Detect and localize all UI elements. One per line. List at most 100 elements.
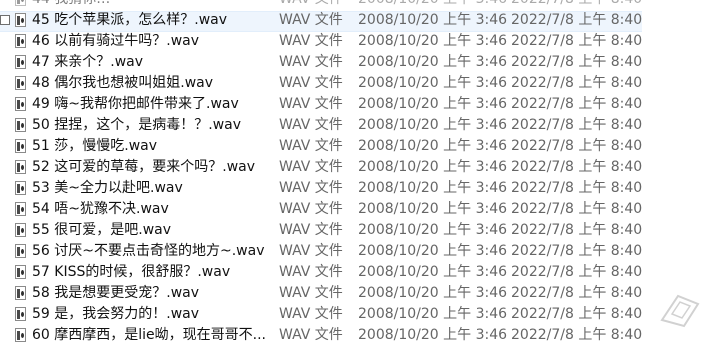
file-modified-date: 2022/7/8 上午 8:40	[511, 75, 643, 91]
wav-file-icon	[15, 76, 26, 90]
file-name[interactable]: 50 捏捏，这个，是病毒！？.wav	[32, 115, 272, 136]
file-modified-date: 2022/7/8 上午 8:40	[511, 264, 643, 280]
file-modified-date: 2022/7/8 上午 8:40	[511, 285, 643, 301]
file-modified-date: 2022/7/8 上午 8:40	[511, 201, 643, 217]
file-date: 2008/10/20 上午 3:46	[358, 327, 508, 343]
file-name[interactable]: 57 KISS的时候，很舒服？.wav	[32, 262, 272, 283]
file-modified-date: 2022/7/8 上午 8:40	[511, 117, 643, 133]
file-row[interactable]: 45 吃个苹果派，怎么样？.wav WAV 文件 2008/10/20 上午 3…	[0, 10, 710, 32]
file-date: 2008/10/20 上午 3:46	[358, 117, 508, 133]
file-name[interactable]: 60 摩西摩西，是lie呦，现在哥哥不...	[32, 325, 272, 346]
file-date: 2008/10/20 上午 3:46	[358, 159, 508, 175]
file-name[interactable]: 53 美~全力以赴吧.wav	[32, 178, 272, 199]
file-date: 2008/10/20 上午 3:46	[358, 75, 508, 91]
file-row[interactable]: 57 KISS的时候，很舒服？.wav WAV 文件 2008/10/20 上午…	[0, 262, 710, 283]
file-date: 2008/10/20 上午 3:46	[358, 243, 508, 259]
file-date: 2008/10/20 上午 3:46	[358, 0, 507, 10]
file-type: WAV 文件	[279, 54, 343, 70]
file-modified-date: 2022/7/8 上午 8:40	[511, 0, 642, 10]
file-date: 2008/10/20 上午 3:46	[358, 306, 508, 322]
file-modified-date: 2022/7/8 上午 8:40	[511, 243, 643, 259]
file-name[interactable]: 49 嗨~我帮你把邮件带来了.wav	[32, 94, 272, 115]
wav-file-icon	[15, 139, 26, 153]
file-date: 2008/10/20 上午 3:46	[358, 222, 508, 238]
file-modified-date: 2022/7/8 上午 8:40	[511, 33, 643, 49]
file-row[interactable]: 59 是，我会努力的！.wav WAV 文件 2008/10/20 上午 3:4…	[0, 304, 710, 325]
select-checkbox[interactable]	[0, 15, 10, 25]
file-row[interactable]: 54 唔~犹豫不决.wav WAV 文件 2008/10/20 上午 3:46 …	[0, 199, 710, 220]
file-modified-date: 2022/7/8 上午 8:40	[511, 180, 643, 196]
file-type: WAV 文件	[279, 264, 343, 280]
file-name[interactable]: 48 偶尔我也想被叫姐姐.wav	[32, 73, 272, 94]
file-date: 2008/10/20 上午 3:46	[358, 33, 508, 49]
file-type: WAV 文件	[279, 96, 343, 112]
file-modified-date: 2022/7/8 上午 8:40	[511, 12, 643, 28]
file-type: WAV 文件	[279, 180, 343, 196]
file-row[interactable]: 60 摩西摩西，是lie呦，现在哥哥不... WAV 文件 2008/10/20…	[0, 325, 710, 346]
wav-file-icon	[15, 202, 26, 216]
file-date: 2008/10/20 上午 3:46	[358, 96, 508, 112]
file-row[interactable]: 50 捏捏，这个，是病毒！？.wav WAV 文件 2008/10/20 上午 …	[0, 115, 710, 136]
file-row[interactable]: 52 这可爱的草莓，要来个吗？.wav WAV 文件 2008/10/20 上午…	[0, 157, 710, 178]
wav-file-icon	[15, 118, 26, 132]
file-name[interactable]: 52 这可爱的草莓，要来个吗？.wav	[32, 157, 272, 178]
file-type: WAV 文件	[279, 243, 343, 259]
file-name[interactable]: 45 吃个苹果派，怎么样？.wav	[32, 10, 272, 31]
file-name[interactable]: 46 以前有骑过牛吗？.wav	[32, 31, 272, 52]
file-type: WAV 文件	[279, 306, 343, 322]
file-name[interactable]: 47 来亲个？.wav	[32, 52, 272, 73]
wav-file-icon	[15, 160, 26, 174]
file-row[interactable]: 58 我是想要更受宠？.wav WAV 文件 2008/10/20 上午 3:4…	[0, 283, 710, 304]
file-date: 2008/10/20 上午 3:46	[358, 180, 508, 196]
wav-file-icon	[15, 244, 26, 258]
wav-file-icon	[15, 97, 26, 111]
file-list[interactable]: 44 我猜你… WAV 文件 2008/10/20 上午 3:46 2022/7…	[0, 0, 710, 346]
file-name[interactable]: 51 莎，慢慢吃.wav	[32, 136, 272, 157]
file-modified-date: 2022/7/8 上午 8:40	[511, 327, 643, 343]
watermark-logo-icon	[660, 294, 700, 328]
wav-file-icon	[15, 286, 26, 300]
file-type: WAV 文件	[279, 201, 343, 217]
file-name[interactable]: 55 很可爱，是吧.wav	[32, 220, 272, 241]
file-modified-date: 2022/7/8 上午 8:40	[511, 159, 643, 175]
wav-file-icon	[15, 0, 26, 6]
file-name[interactable]: 59 是，我会努力的！.wav	[32, 304, 272, 325]
file-row[interactable]: 49 嗨~我帮你把邮件带来了.wav WAV 文件 2008/10/20 上午 …	[0, 94, 710, 115]
file-row[interactable]: 46 以前有骑过牛吗？.wav WAV 文件 2008/10/20 上午 3:4…	[0, 31, 710, 52]
file-date: 2008/10/20 上午 3:46	[358, 138, 508, 154]
file-row[interactable]: 56 讨厌~不要点击奇怪的地方~.wav WAV 文件 2008/10/20 上…	[0, 241, 710, 262]
file-type: WAV 文件	[279, 117, 343, 133]
wav-file-icon	[15, 13, 26, 27]
file-date: 2008/10/20 上午 3:46	[358, 285, 508, 301]
file-type: WAV 文件	[279, 222, 343, 238]
file-row[interactable]: 48 偶尔我也想被叫姐姐.wav WAV 文件 2008/10/20 上午 3:…	[0, 73, 710, 94]
wav-file-icon	[15, 265, 26, 279]
file-type: WAV 文件	[279, 159, 343, 175]
file-name[interactable]: 56 讨厌~不要点击奇怪的地方~.wav	[32, 241, 272, 262]
file-name[interactable]: 54 唔~犹豫不决.wav	[32, 199, 272, 220]
file-row[interactable]: 53 美~全力以赴吧.wav WAV 文件 2008/10/20 上午 3:46…	[0, 178, 710, 199]
file-type: WAV 文件	[279, 285, 343, 301]
file-name[interactable]: 58 我是想要更受宠？.wav	[32, 283, 272, 304]
file-modified-date: 2022/7/8 上午 8:40	[511, 54, 643, 70]
file-date: 2008/10/20 上午 3:46	[358, 201, 508, 217]
file-modified-date: 2022/7/8 上午 8:40	[511, 306, 643, 322]
file-type: WAV 文件	[279, 0, 343, 10]
file-date: 2008/10/20 上午 3:46	[358, 12, 508, 28]
file-row[interactable]: 55 很可爱，是吧.wav WAV 文件 2008/10/20 上午 3:46 …	[0, 220, 710, 241]
file-row[interactable]: 44 我猜你… WAV 文件 2008/10/20 上午 3:46 2022/7…	[0, 0, 710, 10]
wav-file-icon	[15, 307, 26, 321]
file-type: WAV 文件	[279, 138, 343, 154]
wav-file-icon	[15, 34, 26, 48]
file-type: WAV 文件	[279, 327, 343, 343]
file-type: WAV 文件	[279, 75, 343, 91]
file-name[interactable]: 44 我猜你…	[32, 0, 272, 10]
file-modified-date: 2022/7/8 上午 8:40	[511, 222, 643, 238]
file-modified-date: 2022/7/8 上午 8:40	[511, 96, 643, 112]
file-date: 2008/10/20 上午 3:46	[358, 264, 508, 280]
file-date: 2008/10/20 上午 3:46	[358, 54, 508, 70]
wav-file-icon	[15, 55, 26, 69]
file-row[interactable]: 47 来亲个？.wav WAV 文件 2008/10/20 上午 3:46 20…	[0, 52, 710, 73]
file-modified-date: 2022/7/8 上午 8:40	[511, 138, 643, 154]
file-row[interactable]: 51 莎，慢慢吃.wav WAV 文件 2008/10/20 上午 3:46 2…	[0, 136, 710, 157]
